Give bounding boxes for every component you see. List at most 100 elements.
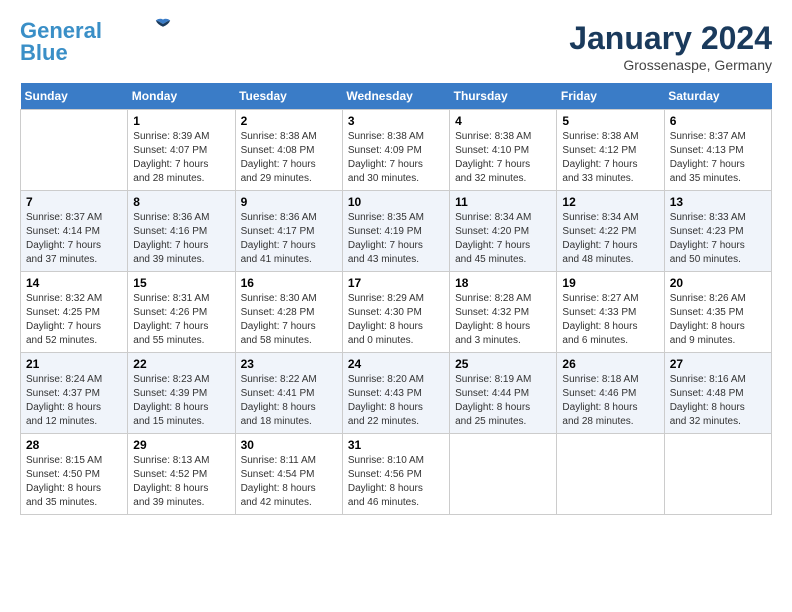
day-number: 18 [455, 276, 551, 290]
day-info: Sunrise: 8:23 AM Sunset: 4:39 PM Dayligh… [133, 373, 229, 429]
logo-text: General [20, 20, 102, 42]
weekday-header-sunday: Sunday [21, 83, 128, 110]
month-title: January 2024 [569, 20, 772, 57]
day-number: 19 [562, 276, 658, 290]
weekday-header-friday: Friday [557, 83, 664, 110]
day-info: Sunrise: 8:36 AM Sunset: 4:17 PM Dayligh… [241, 211, 337, 267]
day-info: Sunrise: 8:29 AM Sunset: 4:30 PM Dayligh… [348, 292, 444, 348]
day-info: Sunrise: 8:33 AM Sunset: 4:23 PM Dayligh… [670, 211, 766, 267]
day-info: Sunrise: 8:39 AM Sunset: 4:07 PM Dayligh… [133, 130, 229, 186]
day-info: Sunrise: 8:19 AM Sunset: 4:44 PM Dayligh… [455, 373, 551, 429]
day-info: Sunrise: 8:30 AM Sunset: 4:28 PM Dayligh… [241, 292, 337, 348]
day-number: 4 [455, 114, 551, 128]
week-row-1: 1 Sunrise: 8:39 AM Sunset: 4:07 PM Daylig… [21, 110, 772, 191]
logo-bird-icon [154, 17, 172, 31]
day-number: 29 [133, 438, 229, 452]
day-info: Sunrise: 8:31 AM Sunset: 4:26 PM Dayligh… [133, 292, 229, 348]
calendar-cell: 2Sunrise: 8:38 AM Sunset: 4:08 PM Daylig… [235, 110, 342, 191]
day-number: 25 [455, 357, 551, 371]
day-number: 11 [455, 195, 551, 209]
week-row-2: 7Sunrise: 8:37 AM Sunset: 4:14 PM Daylig… [21, 191, 772, 272]
day-number: 5 [562, 114, 658, 128]
calendar-cell: 1 Sunrise: 8:39 AM Sunset: 4:07 PM Daylig… [128, 110, 235, 191]
day-info: Sunrise: 8:38 AM Sunset: 4:08 PM Dayligh… [241, 130, 337, 186]
day-info: Sunrise: 8:16 AM Sunset: 4:48 PM Dayligh… [670, 373, 766, 429]
day-info: Sunrise: 8:37 AM Sunset: 4:13 PM Dayligh… [670, 130, 766, 186]
title-block: January 2024 Grossenaspe, Germany [569, 20, 772, 73]
calendar-cell: 20 Sunrise: 8:26 AM Sunset: 4:35 PM Dayli… [664, 272, 771, 353]
calendar-table: SundayMondayTuesdayWednesdayThursdayFrid… [20, 83, 772, 515]
day-number: 9 [241, 195, 337, 209]
weekday-header-tuesday: Tuesday [235, 83, 342, 110]
day-number: 10 [348, 195, 444, 209]
calendar-cell: 3 Sunrise: 8:38 AM Sunset: 4:09 PM Daylig… [342, 110, 449, 191]
week-row-4: 21 Sunrise: 8:24 AM Sunset: 4:37 PM Dayli… [21, 353, 772, 434]
calendar-cell: 5 Sunrise: 8:38 AM Sunset: 4:12 PM Daylig… [557, 110, 664, 191]
location-subtitle: Grossenaspe, Germany [569, 57, 772, 73]
day-info: Sunrise: 8:32 AM Sunset: 4:25 PM Dayligh… [26, 292, 122, 348]
weekday-header-wednesday: Wednesday [342, 83, 449, 110]
calendar-cell: 17 Sunrise: 8:29 AM Sunset: 4:30 PM Dayli… [342, 272, 449, 353]
day-info: Sunrise: 8:34 AM Sunset: 4:22 PM Dayligh… [562, 211, 658, 267]
calendar-cell: 10 Sunrise: 8:35 AM Sunset: 4:19 PM Dayli… [342, 191, 449, 272]
calendar-cell: 22 Sunrise: 8:23 AM Sunset: 4:39 PM Dayli… [128, 353, 235, 434]
calendar-cell: 24 Sunrise: 8:20 AM Sunset: 4:43 PM Dayli… [342, 353, 449, 434]
calendar-cell: 6 Sunrise: 8:37 AM Sunset: 4:13 PM Daylig… [664, 110, 771, 191]
day-number: 20 [670, 276, 766, 290]
weekday-header-saturday: Saturday [664, 83, 771, 110]
day-number: 31 [348, 438, 444, 452]
calendar-cell: 9 Sunrise: 8:36 AM Sunset: 4:17 PM Daylig… [235, 191, 342, 272]
calendar-cell: 13Sunrise: 8:33 AM Sunset: 4:23 PM Dayli… [664, 191, 771, 272]
calendar-cell: 30 Sunrise: 8:11 AM Sunset: 4:54 PM Dayli… [235, 434, 342, 515]
weekday-header-thursday: Thursday [450, 83, 557, 110]
calendar-cell: 15 Sunrise: 8:31 AM Sunset: 4:26 PM Dayli… [128, 272, 235, 353]
day-info: Sunrise: 8:20 AM Sunset: 4:43 PM Dayligh… [348, 373, 444, 429]
calendar-cell: 28Sunrise: 8:15 AM Sunset: 4:50 PM Dayli… [21, 434, 128, 515]
calendar-cell: 21 Sunrise: 8:24 AM Sunset: 4:37 PM Dayli… [21, 353, 128, 434]
day-info: Sunrise: 8:38 AM Sunset: 4:09 PM Dayligh… [348, 130, 444, 186]
calendar-cell: 12 Sunrise: 8:34 AM Sunset: 4:22 PM Dayli… [557, 191, 664, 272]
day-info: Sunrise: 8:11 AM Sunset: 4:54 PM Dayligh… [241, 454, 337, 510]
day-number: 14 [26, 276, 122, 290]
day-info: Sunrise: 8:22 AM Sunset: 4:41 PM Dayligh… [241, 373, 337, 429]
day-number: 16 [241, 276, 337, 290]
day-number: 12 [562, 195, 658, 209]
day-number: 7 [26, 195, 122, 209]
day-info: Sunrise: 8:18 AM Sunset: 4:46 PM Dayligh… [562, 373, 658, 429]
weekday-header-monday: Monday [128, 83, 235, 110]
day-info: Sunrise: 8:38 AM Sunset: 4:12 PM Dayligh… [562, 130, 658, 186]
day-info: Sunrise: 8:27 AM Sunset: 4:33 PM Dayligh… [562, 292, 658, 348]
day-number: 26 [562, 357, 658, 371]
day-info: Sunrise: 8:28 AM Sunset: 4:32 PM Dayligh… [455, 292, 551, 348]
calendar-cell: 29Sunrise: 8:13 AM Sunset: 4:52 PM Dayli… [128, 434, 235, 515]
day-number: 17 [348, 276, 444, 290]
day-info: Sunrise: 8:26 AM Sunset: 4:35 PM Dayligh… [670, 292, 766, 348]
day-number: 6 [670, 114, 766, 128]
day-number: 23 [241, 357, 337, 371]
day-number: 24 [348, 357, 444, 371]
page-header: General Blue January 2024 Grossenaspe, G… [20, 20, 772, 73]
calendar-cell: 27 Sunrise: 8:16 AM Sunset: 4:48 PM Dayli… [664, 353, 771, 434]
day-number: 22 [133, 357, 229, 371]
day-number: 3 [348, 114, 444, 128]
calendar-cell: 19 Sunrise: 8:27 AM Sunset: 4:33 PM Dayli… [557, 272, 664, 353]
day-number: 27 [670, 357, 766, 371]
day-info: Sunrise: 8:36 AM Sunset: 4:16 PM Dayligh… [133, 211, 229, 267]
day-info: Sunrise: 8:10 AM Sunset: 4:56 PM Dayligh… [348, 454, 444, 510]
day-info: Sunrise: 8:34 AM Sunset: 4:20 PM Dayligh… [455, 211, 551, 267]
calendar-cell: 14 Sunrise: 8:32 AM Sunset: 4:25 PM Dayli… [21, 272, 128, 353]
day-number: 15 [133, 276, 229, 290]
calendar-cell: 18 Sunrise: 8:28 AM Sunset: 4:32 PM Dayli… [450, 272, 557, 353]
day-info: Sunrise: 8:35 AM Sunset: 4:19 PM Dayligh… [348, 211, 444, 267]
calendar-cell: 25 Sunrise: 8:19 AM Sunset: 4:44 PM Dayli… [450, 353, 557, 434]
day-number: 1 [133, 114, 229, 128]
day-info: Sunrise: 8:24 AM Sunset: 4:37 PM Dayligh… [26, 373, 122, 429]
calendar-cell [557, 434, 664, 515]
calendar-cell: 11 Sunrise: 8:34 AM Sunset: 4:20 PM Dayli… [450, 191, 557, 272]
day-number: 30 [241, 438, 337, 452]
calendar-cell: 8Sunrise: 8:36 AM Sunset: 4:16 PM Daylig… [128, 191, 235, 272]
day-number: 21 [26, 357, 122, 371]
calendar-cell [21, 110, 128, 191]
calendar-cell [664, 434, 771, 515]
weekday-header-row: SundayMondayTuesdayWednesdayThursdayFrid… [21, 83, 772, 110]
